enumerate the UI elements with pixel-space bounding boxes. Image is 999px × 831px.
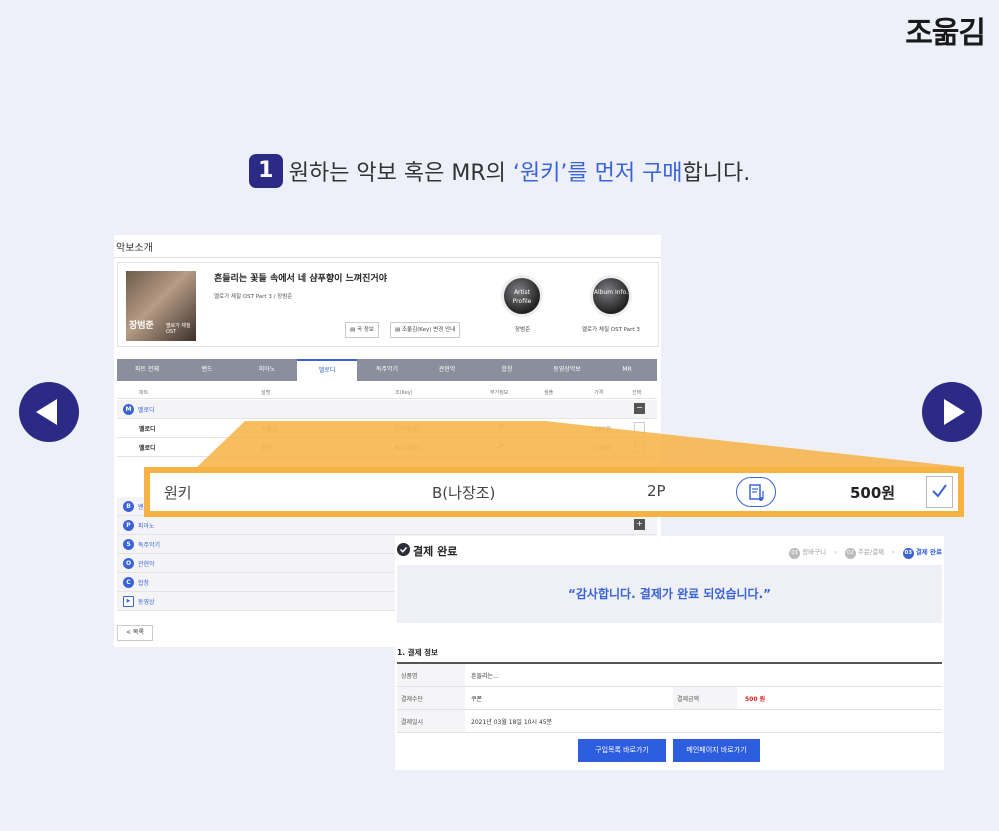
table-row: 멜로디 조옮김 C(다장조) 2P 500원 [117,419,657,438]
next-button[interactable] [922,382,982,442]
tab-band[interactable]: 밴드 [177,359,237,381]
song-info-button[interactable]: ▤ 곡 정보 [345,322,379,338]
tab-all[interactable]: 파트 전체 [117,359,177,381]
check-circle-icon [397,543,410,556]
page-heading: 1 원하는 악보 혹은 MR의 ‘원키’를 먼저 구매합니다. [0,154,999,188]
select-checkbox-checked[interactable] [926,476,953,508]
page-title: 결제 완료 [413,545,458,558]
key-change-button[interactable]: ▤ 조옮김(Key) 변경 안내 [390,322,461,338]
arrow-right-icon [944,399,965,425]
checkout-steps: 01 장바구니 › 02 주문/결제 › 03 결제 완료 [783,546,942,559]
thanks-message: “감사합니다. 결제가 완료 되었습니다.” [397,565,942,623]
sheet-info-box: 장범준 멜로가 체질 OST 흔들리는 꽃들 속에서 네 샴푸향이 느껴진거야 … [117,262,659,347]
tab-choir[interactable]: 합창 [477,359,537,381]
part-tabs: 파트 전체 밴드 피아노 멜로디 독주악기 관현악 합창 동영상악보 MR [117,359,657,381]
tab-piano[interactable]: 피아노 [237,359,297,381]
logo: 조욺김 [905,16,986,51]
zoom-desc: 원키 [164,484,192,502]
prev-button[interactable] [19,382,79,442]
arrow-left-icon [36,399,57,425]
song-title: 흔들리는 꽃들 속에서 네 샴푸향이 느껴진거야 [214,274,387,284]
payment-info-title: 1. 결제 정보 [397,648,438,657]
document-icon: ▤ [350,327,357,333]
table-row: 상품명 흔들리는... [397,664,942,687]
tab-orchestra[interactable]: 관현악 [417,359,477,381]
document-icon: ▤ [395,327,402,333]
zoomed-row: 원키 B(나장조) 2P 500원 [150,473,958,511]
zoom-key: B(나장조) [432,484,496,502]
tab-video[interactable]: 동영상악보 [537,359,597,381]
table-header: 파트 설명 조(Key) 부가정보 샘플 가격 선택 [117,387,657,399]
collapse-icon[interactable]: − [634,403,645,414]
heading-text-1: 원하는 악보 혹은 MR의 [288,161,513,186]
check-icon [932,484,947,498]
heading-text-2: 합니다. [682,161,751,186]
song-subtitle: 멜로가 체질 OST Part 3 / 장범준 [214,294,293,300]
album-art-text: 장범준 [129,321,154,331]
zoom-price: 500원 [850,484,896,502]
select-checkbox[interactable] [634,422,645,433]
payment-complete-panel: 결제 완료 01 장바구니 › 02 주문/결제 › 03 결제 완료 “감사합니다.… [395,536,944,770]
step-chevron-icon: › [834,548,837,556]
album-name: 멜로가 체질 OST Part 3 [582,327,640,333]
table-row: 멜로디 원키 B(나장조) 2P 500원 [117,438,657,457]
step-order: 02 주문/결제 [844,546,884,559]
select-checkbox[interactable] [634,441,645,452]
table-row: 결제일시 2021년 03월 18일 10시 45분 [397,710,942,733]
album-art-subtext: 멜로가 체질 OST [166,323,191,335]
step-complete: 03 결제 완료 [902,546,942,559]
step-badge: 1 [248,154,283,188]
purchase-list-button[interactable]: 구입목록 바로가기 [578,739,666,762]
zoom-info: 2P [647,482,666,500]
zoomed-row-highlight: 원키 B(나장조) 2P 500원 [144,467,964,517]
album-art: 장범준 멜로가 체질 OST [126,271,196,341]
tab-melody[interactable]: 멜로디 [297,359,357,381]
video-icon: ▶ [123,596,134,607]
tab-solo[interactable]: 독주악기 [357,359,417,381]
group-melody[interactable]: M 멜로디 − [117,400,657,419]
artist-name: 장범준 [515,327,531,333]
section-title: 악보소개 [116,243,153,254]
group-piano[interactable]: P 피아노 + [117,516,657,535]
album-info-button[interactable]: Album Info. [590,275,632,317]
sample-music-icon[interactable] [736,477,776,507]
artist-profile-button[interactable]: Artist Profile [501,275,543,317]
payment-info-table: 상품명 흔들리는... 결제수단 쿠폰 결제금액 500 원 결제일시 2021… [397,662,942,733]
tab-mr[interactable]: MR [597,359,657,381]
table-row: 결제수단 쿠폰 결제금액 500 원 [397,687,942,710]
step-chevron-icon: › [892,548,895,556]
main-page-button[interactable]: 메인페이지 바로가기 [673,739,760,762]
expand-icon[interactable]: + [634,519,645,530]
heading-highlight: ‘원키’를 먼저 구매 [512,161,683,186]
step-cart: 01 장바구니 [789,546,826,559]
list-button[interactable]: < 목록 [117,625,153,641]
